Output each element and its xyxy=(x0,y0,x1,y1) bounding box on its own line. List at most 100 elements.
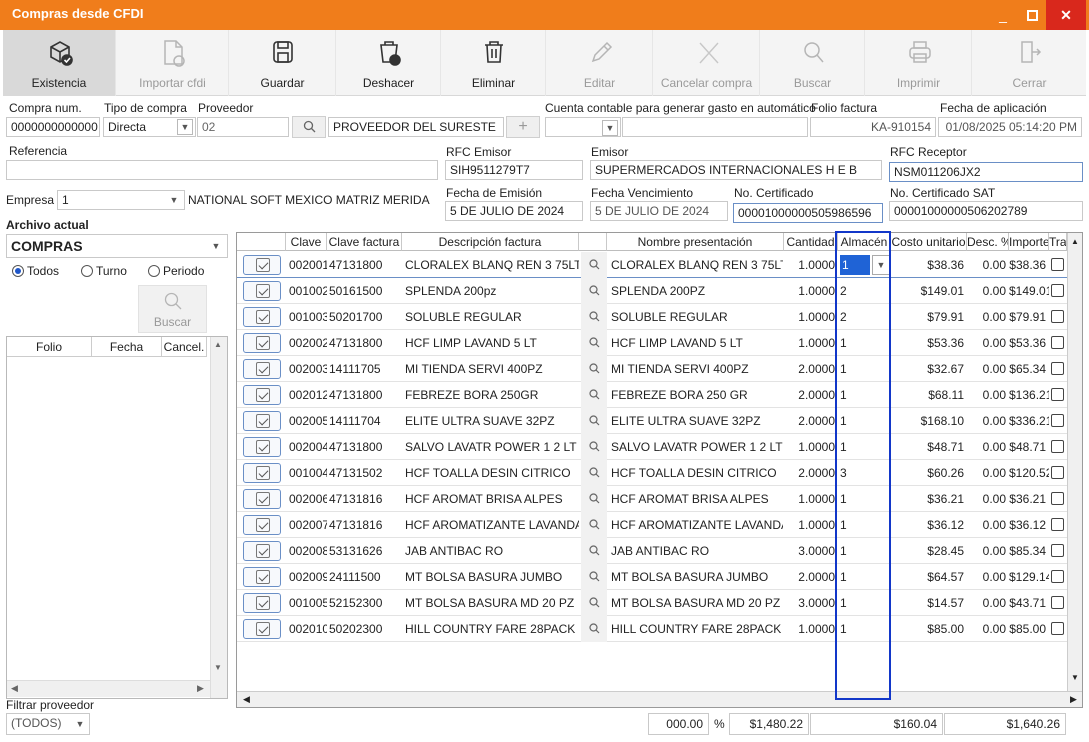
presentacion-search-button[interactable] xyxy=(581,486,607,512)
cell-clave[interactable]: 002003 xyxy=(289,356,327,382)
presentacion-search-button[interactable] xyxy=(581,590,607,616)
chevron-down-icon[interactable]: ▼ xyxy=(177,119,193,135)
cell-presentacion[interactable]: CLORALEX BLANQ REN 3 75LT xyxy=(611,252,783,278)
cell-clave-factura[interactable]: 47131816 xyxy=(329,486,402,512)
row-select-button[interactable] xyxy=(243,359,281,379)
cell-desc[interactable]: 0.00 xyxy=(967,408,1009,434)
scroll-up-icon[interactable]: ▲ xyxy=(214,340,222,349)
cell-descripcion[interactable]: SALVO LAVATR POWER 1 2 LT xyxy=(405,434,579,460)
cell-desc[interactable]: 0.00 xyxy=(967,278,1009,304)
cell-clave-factura[interactable]: 47131816 xyxy=(329,512,402,538)
cell-clave[interactable]: 002007 xyxy=(289,512,327,538)
cell-desc[interactable]: 0.00 xyxy=(967,616,1009,642)
cell-presentacion[interactable]: SALVO LAVATR POWER 1 2 LT xyxy=(611,434,783,460)
row-select-button[interactable] xyxy=(243,385,281,405)
cell-clave[interactable]: 001003 xyxy=(289,304,327,330)
col-cantidad[interactable]: Cantidad xyxy=(784,233,838,251)
editar-button[interactable]: Editar xyxy=(547,30,653,96)
cell-presentacion[interactable]: HCF LIMP LAVAND 5 LT xyxy=(611,330,783,356)
existencia-button[interactable]: Existencia xyxy=(3,30,116,96)
cell-costo[interactable]: $149.01 xyxy=(891,278,967,304)
folio-field[interactable]: KA-910154 xyxy=(810,117,936,137)
table-row[interactable]: 001004 47131502 HCF TOALLA DESIN CITRICO HC… xyxy=(237,460,1082,486)
guardar-button[interactable]: Guardar xyxy=(230,30,336,96)
col-folio[interactable]: Folio xyxy=(7,337,92,357)
cell-desc[interactable]: 0.00 xyxy=(967,486,1009,512)
col-almacen[interactable]: Almacén xyxy=(838,233,891,251)
chevron-down-icon[interactable]: ▼ xyxy=(72,717,88,733)
cell-almacen[interactable]: 1 xyxy=(840,590,870,616)
cell-costo[interactable]: $68.11 xyxy=(891,382,967,408)
compra-num-field[interactable]: 0000000000000 xyxy=(6,117,100,137)
buscar-button[interactable]: Buscar xyxy=(761,30,865,96)
presentacion-search-button[interactable] xyxy=(581,538,607,564)
col-tra[interactable]: Tra xyxy=(1049,233,1067,251)
grid-vscroll[interactable]: ▲ ▼ xyxy=(1067,233,1082,691)
cell-desc[interactable]: 0.00 xyxy=(967,512,1009,538)
cell-desc[interactable]: 0.00 xyxy=(967,538,1009,564)
cell-descripcion[interactable]: SOLUBLE REGULAR xyxy=(405,304,579,330)
scroll-down-icon[interactable]: ▼ xyxy=(1071,673,1079,682)
proveedor-search-button[interactable] xyxy=(292,116,326,138)
cell-almacen[interactable]: 1 xyxy=(840,356,870,382)
cell-cantidad[interactable]: 1.0000 xyxy=(784,486,838,512)
col-fecha[interactable]: Fecha xyxy=(92,337,162,357)
presentacion-search-button[interactable] xyxy=(581,252,607,278)
footer-pct-field[interactable]: 000.00 xyxy=(648,713,709,735)
cell-clave-factura[interactable]: 24111500 xyxy=(329,564,402,590)
col-descripcion[interactable]: Descripción factura xyxy=(402,233,579,251)
cell-clave[interactable]: 002009 xyxy=(289,564,327,590)
col-clave[interactable]: Clave xyxy=(286,233,327,251)
radio-todos[interactable]: Todos xyxy=(12,264,59,278)
col-desc[interactable]: Desc. % xyxy=(967,233,1009,251)
cell-desc[interactable]: 0.00 xyxy=(967,304,1009,330)
cell-clave-factura[interactable]: 47131800 xyxy=(329,434,402,460)
row-tra-checkbox[interactable] xyxy=(1051,596,1064,609)
presentacion-search-button[interactable] xyxy=(581,564,607,590)
cell-descripcion[interactable]: CLORALEX BLANQ REN 3 75LT xyxy=(405,252,579,278)
left-buscar-button[interactable]: Buscar xyxy=(138,285,207,333)
presentacion-search-button[interactable] xyxy=(581,616,607,642)
row-select-button[interactable] xyxy=(243,515,281,535)
cell-clave-factura[interactable]: 50202300 xyxy=(329,616,402,642)
cell-clave-factura[interactable]: 47131800 xyxy=(329,252,402,278)
presentacion-search-button[interactable] xyxy=(581,512,607,538)
cell-desc[interactable]: 0.00 xyxy=(967,252,1009,278)
cell-almacen[interactable]: 1 xyxy=(840,538,870,564)
imprimir-button[interactable]: Imprimir xyxy=(866,30,972,96)
cell-desc[interactable]: 0.00 xyxy=(967,564,1009,590)
row-select-button[interactable] xyxy=(243,333,281,353)
detail-grid[interactable]: Clave Clave factura Descripción factura … xyxy=(236,232,1083,708)
cell-cantidad[interactable]: 3.0000 xyxy=(784,538,838,564)
cell-almacen[interactable]: 2 xyxy=(840,304,870,330)
cell-clave[interactable]: 001005 xyxy=(289,590,327,616)
cell-presentacion[interactable]: MT BOLSA BASURA JUMBO xyxy=(611,564,783,590)
row-select-button[interactable] xyxy=(243,307,281,327)
cell-almacen[interactable]: 3 xyxy=(840,460,870,486)
cell-desc[interactable]: 0.00 xyxy=(967,330,1009,356)
cell-clave-factura[interactable]: 52152300 xyxy=(329,590,402,616)
table-row[interactable]: 002004 47131800 SALVO LAVATR POWER 1 2 LT S… xyxy=(237,434,1082,460)
cell-almacen[interactable]: 1 xyxy=(840,330,870,356)
cell-almacen[interactable]: 1 xyxy=(840,382,870,408)
cell-clave[interactable]: 002010 xyxy=(289,616,327,642)
cell-costo[interactable]: $168.10 xyxy=(891,408,967,434)
cell-cantidad[interactable]: 1.0000 xyxy=(784,434,838,460)
col-clave-factura[interactable]: Clave factura xyxy=(327,233,402,251)
row-select-button[interactable] xyxy=(243,619,281,639)
proveedor-code-field[interactable]: 02 xyxy=(197,117,289,137)
cell-clave[interactable]: 001004 xyxy=(289,460,327,486)
cell-costo[interactable]: $79.91 xyxy=(891,304,967,330)
cell-almacen[interactable]: 1 xyxy=(840,255,870,275)
row-select-button[interactable] xyxy=(243,541,281,561)
deshacer-button[interactable]: Deshacer xyxy=(337,30,441,96)
col-costo[interactable]: Costo unitario xyxy=(891,233,967,251)
cell-presentacion[interactable]: ELITE ULTRA SUAVE 32PZ xyxy=(611,408,783,434)
cell-almacen[interactable]: 1 xyxy=(840,486,870,512)
row-select-button[interactable] xyxy=(243,411,281,431)
scroll-right-icon[interactable]: ▶ xyxy=(1070,694,1077,705)
cell-desc[interactable]: 0.00 xyxy=(967,356,1009,382)
cell-cantidad[interactable]: 1.0000 xyxy=(784,304,838,330)
cell-presentacion[interactable]: JAB ANTIBAC RO xyxy=(611,538,783,564)
cell-cantidad[interactable]: 2.0000 xyxy=(784,460,838,486)
